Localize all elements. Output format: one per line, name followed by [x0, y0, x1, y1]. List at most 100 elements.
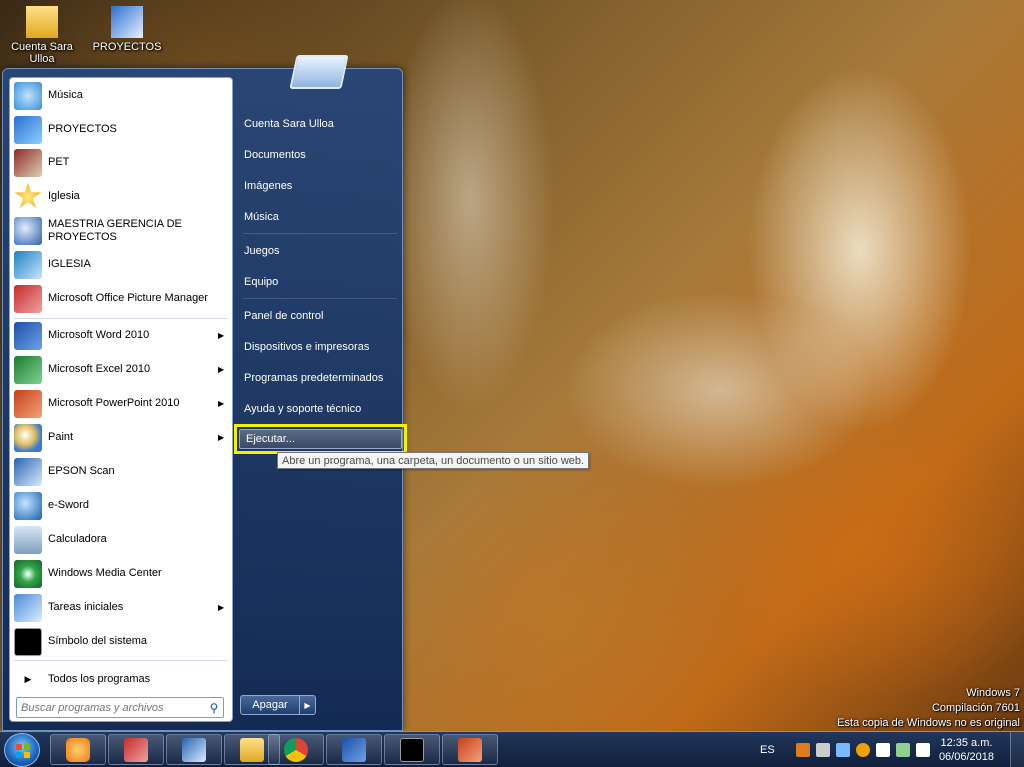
program-item-iglesia[interactable]: Iglesia	[12, 180, 230, 213]
right-item-label: Programas predeterminados	[244, 372, 384, 384]
right-item-user[interactable]: Cuenta Sara Ulloa	[239, 111, 403, 137]
paint-icon	[14, 423, 42, 452]
right-item-dispositivos[interactable]: Dispositivos e impresoras	[239, 334, 403, 360]
iglesia-icon	[14, 250, 42, 279]
language-indicator[interactable]: ES	[760, 744, 775, 756]
program-item-word[interactable]: Microsoft Word 2010 ▶	[12, 319, 230, 352]
taskbar-chrome[interactable]	[268, 734, 324, 765]
program-label: PROYECTOS	[48, 123, 117, 135]
program-item-musica[interactable]: Música	[12, 79, 230, 112]
pet-icon	[14, 148, 42, 177]
right-item-label: Documentos	[244, 149, 306, 161]
command-prompt-icon	[400, 737, 424, 762]
calculator-icon	[14, 525, 42, 554]
program-item-media-center[interactable]: Windows Media Center	[12, 557, 230, 590]
right-item-equipo[interactable]: Equipo	[239, 269, 403, 295]
taskbar-snipping[interactable]	[166, 734, 222, 765]
globe-icon	[14, 216, 42, 245]
tray-app-icon[interactable]	[795, 743, 810, 757]
taskbar-media-player[interactable]	[50, 734, 106, 765]
tray-flag-icon[interactable]	[875, 743, 890, 757]
desktop-icon-proyectos[interactable]: PROYECTOS	[91, 6, 163, 53]
program-item-cmd[interactable]: Símbolo del sistema	[12, 625, 230, 658]
tray-font-icon[interactable]	[835, 743, 850, 757]
program-item-maestria[interactable]: MAESTRIA GERENCIA DE PROYECTOS	[12, 214, 230, 247]
show-desktop-button[interactable]	[1010, 732, 1024, 767]
right-item-label: Panel de control	[244, 310, 324, 322]
separator	[243, 233, 397, 234]
project-shortcut-icon	[111, 6, 143, 38]
right-item-ayuda[interactable]: Ayuda y soporte técnico	[239, 396, 403, 422]
taskbar-picture-manager[interactable]	[108, 734, 164, 765]
shutdown-group: Apagar ▶	[240, 695, 316, 715]
shutdown-button[interactable]: Apagar	[240, 695, 300, 715]
right-item-panel[interactable]: Panel de control	[239, 303, 403, 329]
tray-tools-icon[interactable]	[815, 743, 830, 757]
start-orb-icon[interactable]	[4, 733, 40, 767]
command-prompt-icon	[14, 627, 42, 656]
right-item-label: Cuenta Sara Ulloa	[244, 118, 334, 130]
program-label: Música	[48, 89, 83, 101]
program-item-calculadora[interactable]: Calculadora	[12, 523, 230, 556]
program-item-excel[interactable]: Microsoft Excel 2010 ▶	[12, 353, 230, 386]
media-center-icon	[14, 559, 42, 588]
right-item-predeterminados[interactable]: Programas predeterminados	[239, 365, 403, 391]
program-item-picture-manager[interactable]: Microsoft Office Picture Manager	[12, 282, 230, 315]
program-item-iglesia-caps[interactable]: IGLESIA	[12, 248, 230, 281]
volume-icon[interactable]	[915, 743, 930, 757]
program-label: Tareas iniciales	[48, 601, 124, 613]
user-picture-icon[interactable]	[289, 55, 349, 89]
search-box[interactable]: ⚲	[16, 697, 224, 718]
separator	[14, 660, 228, 661]
taskbar-powerpoint[interactable]	[442, 734, 498, 765]
taskbar-word[interactable]	[326, 734, 382, 765]
desktop-icon-label: Cuenta Sara Ulloa	[11, 41, 73, 65]
user-folder-icon	[26, 6, 58, 38]
program-item-pet[interactable]: PET	[12, 146, 230, 179]
program-item-powerpoint[interactable]: Microsoft PowerPoint 2010 ▶	[12, 387, 230, 420]
program-label: Calculadora	[48, 533, 107, 545]
excel-icon	[14, 355, 42, 384]
taskbar-cmd[interactable]	[384, 734, 440, 765]
tray-update-icon[interactable]	[855, 743, 870, 757]
program-item-esword[interactable]: e-Sword	[12, 489, 230, 522]
esword-icon	[14, 491, 42, 520]
submenu-arrow-icon[interactable]: ▶	[218, 365, 230, 374]
right-item-musica[interactable]: Música	[239, 204, 403, 230]
network-signal-icon[interactable]	[895, 743, 910, 757]
submenu-arrow-icon[interactable]: ▶	[218, 603, 230, 612]
chrome-icon	[284, 737, 308, 762]
word-icon	[342, 737, 366, 762]
program-label: Microsoft Office Picture Manager	[48, 292, 208, 304]
submenu-arrow-icon[interactable]: ▶	[218, 331, 230, 340]
program-item-proyectos[interactable]: PROYECTOS	[12, 113, 230, 146]
desktop-icon-cuenta[interactable]: Cuenta Sara Ulloa	[6, 6, 78, 65]
right-item-label: Equipo	[244, 276, 279, 288]
right-item-documentos[interactable]: Documentos	[239, 142, 403, 168]
program-label: e-Sword	[48, 499, 89, 511]
right-item-juegos[interactable]: Juegos	[239, 238, 403, 264]
run-button[interactable]: Ejecutar...	[239, 429, 402, 449]
submenu-arrow-icon[interactable]: ▶	[218, 433, 230, 442]
right-item-imagenes[interactable]: Imágenes	[239, 173, 403, 199]
run-tooltip: Abre un programa, una carpeta, un docume…	[277, 452, 590, 469]
submenu-arrow-icon[interactable]: ▶	[218, 399, 230, 408]
program-label: EPSON Scan	[48, 465, 115, 477]
shutdown-options-arrow-icon[interactable]: ▶	[300, 695, 316, 715]
projects-icon	[14, 115, 42, 144]
star-icon	[14, 182, 42, 208]
all-programs-button[interactable]: ▶ Todos los programas	[12, 666, 230, 692]
music-icon	[14, 81, 42, 110]
clock-date: 06/06/2018	[938, 751, 994, 763]
program-item-paint[interactable]: Paint ▶	[12, 421, 230, 454]
word-icon	[14, 321, 42, 350]
windows-watermark: Windows 7 Compilación 7601 Esta copia de…	[837, 686, 1020, 731]
program-label: Microsoft Excel 2010	[48, 363, 151, 375]
program-item-tareas[interactable]: Tareas iniciales ▶	[12, 591, 230, 624]
right-item-label: Imágenes	[244, 180, 293, 192]
search-icon[interactable]: ⚲	[205, 701, 223, 715]
search-input[interactable]	[21, 701, 205, 714]
clock[interactable]: 12:35 a.m. 06/06/2018	[939, 736, 994, 764]
program-item-epson-scan[interactable]: EPSON Scan	[12, 455, 230, 488]
separator	[243, 298, 397, 299]
